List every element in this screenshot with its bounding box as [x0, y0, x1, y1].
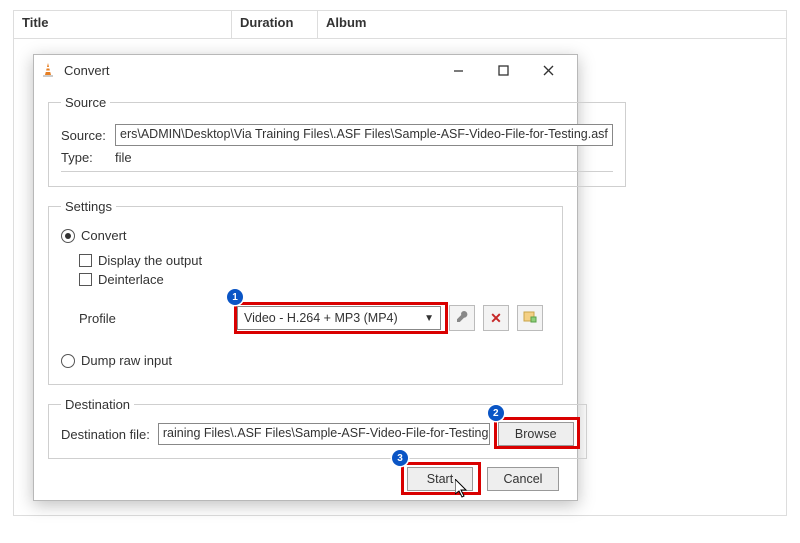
wrench-icon	[455, 310, 469, 327]
convert-radio-label: Convert	[81, 228, 127, 243]
destination-legend: Destination	[61, 397, 134, 412]
start-button[interactable]: Start	[407, 467, 473, 491]
checkbox-icon	[79, 254, 92, 267]
checkbox-icon	[79, 273, 92, 286]
column-title[interactable]: Title	[14, 11, 232, 38]
chevron-down-icon: ▼	[424, 313, 434, 324]
edit-profile-button[interactable]	[449, 305, 475, 331]
type-value: file	[115, 150, 132, 165]
type-label: Type:	[61, 150, 115, 165]
new-profile-button[interactable]	[517, 305, 543, 331]
convert-radio[interactable]: Convert	[61, 228, 127, 243]
close-button[interactable]	[526, 56, 571, 84]
source-legend: Source	[61, 95, 110, 110]
divider	[61, 171, 613, 172]
dialog-title: Convert	[64, 63, 110, 78]
annotation-badge-1: 1	[227, 289, 243, 305]
profile-label: Profile	[79, 311, 229, 326]
destination-section: Destination Destination file: raining Fi…	[48, 397, 587, 459]
delete-profile-button[interactable]: ✕	[483, 305, 509, 331]
dump-raw-radio[interactable]: Dump raw input	[61, 353, 172, 368]
radio-icon	[61, 229, 75, 243]
dump-raw-label: Dump raw input	[81, 353, 172, 368]
radio-icon	[61, 354, 75, 368]
annotation-badge-2: 2	[488, 405, 504, 421]
source-input[interactable]: ers\ADMIN\Desktop\Via Training Files\.AS…	[115, 124, 613, 146]
destination-file-label: Destination file:	[61, 427, 150, 442]
browse-button[interactable]: Browse	[498, 422, 574, 446]
vlc-cone-icon	[40, 62, 56, 78]
profile-combobox[interactable]: Video - H.264 + MP3 (MP4) ▼	[237, 306, 441, 330]
cancel-button[interactable]: Cancel	[487, 467, 559, 491]
deinterlace-label: Deinterlace	[98, 272, 164, 287]
maximize-button[interactable]	[481, 56, 526, 84]
deinterlace-checkbox[interactable]: Deinterlace	[79, 272, 164, 287]
display-output-label: Display the output	[98, 253, 202, 268]
annotation-badge-3: 3	[392, 450, 408, 466]
settings-legend: Settings	[61, 199, 116, 214]
profile-value: Video - H.264 + MP3 (MP4)	[244, 311, 398, 325]
titlebar: Convert	[34, 55, 577, 85]
settings-section: Settings Convert Display the output Dein…	[48, 199, 563, 385]
column-duration[interactable]: Duration	[232, 11, 318, 38]
display-output-checkbox[interactable]: Display the output	[79, 253, 202, 268]
convert-dialog: Convert Source Source: ers\ADMIN\Desktop…	[33, 54, 578, 501]
destination-file-input[interactable]: raining Files\.ASF Files\Sample-ASF-Vide…	[158, 423, 490, 445]
x-icon: ✕	[490, 310, 502, 327]
column-album[interactable]: Album	[318, 11, 786, 38]
new-profile-icon	[523, 310, 537, 327]
playlist-columns-header: Title Duration Album	[14, 11, 786, 39]
source-section: Source Source: ers\ADMIN\Desktop\Via Tra…	[48, 95, 626, 187]
source-label: Source:	[61, 128, 115, 143]
minimize-button[interactable]	[436, 56, 481, 84]
